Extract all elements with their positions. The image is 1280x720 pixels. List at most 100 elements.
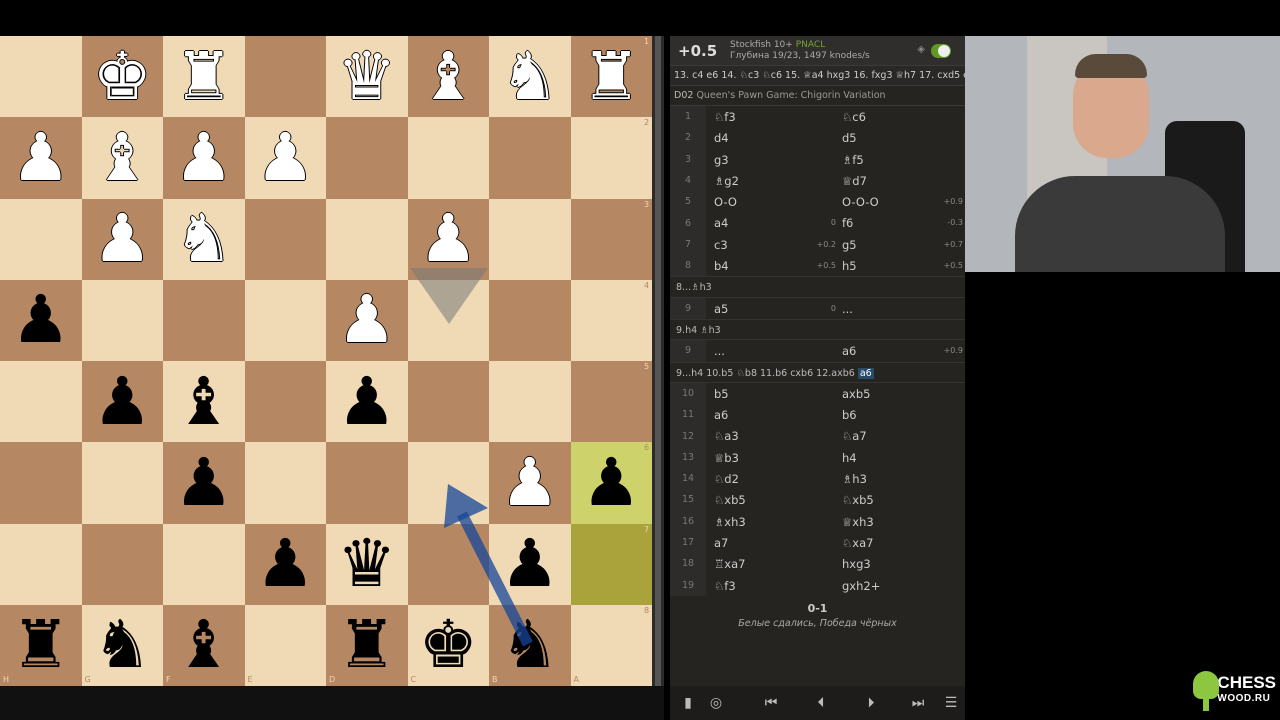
move-black[interactable]: hxg3 [842, 557, 871, 571]
move-black[interactable]: f6 [842, 216, 853, 230]
white-pawn[interactable]: ♟ [82, 199, 164, 280]
board-square[interactable] [81, 523, 163, 605]
move-white[interactable]: a5 [714, 302, 728, 316]
move-black[interactable]: gxh2+ [842, 579, 880, 593]
move-black[interactable]: O-O-O [842, 195, 879, 209]
move-black[interactable]: axb5 [842, 387, 870, 401]
move-black[interactable]: ♗h3 [842, 472, 867, 486]
next-move-icon[interactable]: ⏵ [846, 695, 896, 711]
white-pawn[interactable]: ♟ [326, 280, 408, 361]
move-black[interactable]: h4 [842, 451, 857, 465]
target-icon[interactable]: ◎ [702, 695, 730, 711]
white-pawn[interactable]: ♟ [408, 199, 490, 280]
black-bishop[interactable]: ♝ [163, 605, 245, 686]
board-square[interactable] [326, 117, 408, 199]
move-white[interactable]: c3 [714, 238, 728, 252]
black-pawn[interactable]: ♟ [571, 442, 653, 523]
board-square[interactable] [244, 36, 326, 118]
move-white[interactable]: d4 [714, 131, 729, 145]
black-pawn[interactable]: ♟ [82, 361, 164, 442]
first-move-icon[interactable]: ⏮ [746, 695, 796, 711]
black-knight[interactable]: ♞ [82, 605, 164, 686]
white-knight[interactable]: ♞ [489, 36, 571, 117]
chess-board[interactable]: H G F E D C B A 1 2 3 4 5 6 7 8 ♚ ♜ ♛ ♝ ♞ ♜ ♟ ♝ ♟ ♟ ♟ ♞ ♟ ♟ ♟ ♟ ♝ ♟ ♟ ♟ ♟ ♟ ♛ ♟… [0, 36, 652, 686]
move-white[interactable]: ♘d2 [714, 472, 739, 486]
board-square[interactable] [407, 117, 489, 199]
move-white[interactable]: a7 [714, 536, 728, 550]
move-black[interactable]: a6 [842, 344, 856, 358]
move-white[interactable]: ♘a3 [714, 429, 739, 443]
move-black[interactable]: ♕xh3 [842, 515, 874, 529]
black-pawn[interactable]: ♟ [163, 442, 245, 523]
white-pawn[interactable]: ♟ [245, 117, 327, 198]
move-black[interactable]: h5 [842, 259, 857, 273]
move-white[interactable]: O-O [714, 195, 737, 209]
move-black[interactable]: ♘xa7 [842, 536, 873, 550]
move-black[interactable]: b6 [842, 408, 857, 422]
board-square[interactable] [326, 442, 408, 524]
board-square[interactable] [0, 198, 82, 280]
black-pawn[interactable]: ♟ [0, 280, 82, 361]
board-square[interactable] [244, 198, 326, 280]
board-square[interactable] [163, 523, 245, 605]
board-square[interactable] [81, 279, 163, 361]
move-black[interactable]: ♘xb5 [842, 493, 874, 507]
board-square[interactable] [244, 442, 326, 524]
move-black[interactable]: ♗f5 [842, 153, 864, 167]
move-white[interactable]: ... [714, 344, 725, 358]
last-move-icon[interactable]: ⏭ [896, 695, 940, 711]
black-queen[interactable]: ♛ [326, 524, 408, 605]
variation-line-current[interactable]: 9...h4 10.b5 ♘b8 11.b6 cxb6 12.axb6 a6 [670, 361, 965, 383]
board-resize-handle[interactable] [652, 36, 664, 686]
board-square[interactable] [326, 198, 408, 280]
board-square[interactable] [489, 279, 571, 361]
white-pawn[interactable]: ♟ [163, 117, 245, 198]
move-white[interactable]: b4 [714, 259, 729, 273]
white-rook[interactable]: ♜ [571, 36, 653, 117]
white-bishop[interactable]: ♝ [82, 117, 164, 198]
board-square[interactable] [570, 523, 652, 605]
engine-pv-line[interactable]: 13. c4 e6 14. ♘c3 ♘c6 15. ♕a4 hxg3 16. f… [670, 66, 965, 86]
engine-settings-icon[interactable]: ◈ [917, 44, 925, 55]
move-white[interactable]: ♘xb5 [714, 493, 746, 507]
move-white[interactable]: a4 [714, 216, 728, 230]
move-black[interactable]: ♘c6 [842, 110, 866, 124]
black-pawn[interactable]: ♟ [489, 524, 571, 605]
board-square[interactable] [489, 361, 571, 443]
board-square[interactable] [0, 523, 82, 605]
board-square[interactable] [244, 604, 326, 686]
move-white[interactable]: ♕b3 [714, 451, 739, 465]
white-pawn[interactable]: ♟ [489, 442, 571, 523]
board-square[interactable] [570, 604, 652, 686]
board-square[interactable] [489, 117, 571, 199]
black-rook[interactable]: ♜ [326, 605, 408, 686]
variation-line[interactable]: 8...♗h3 [670, 276, 965, 298]
engine-toggle[interactable] [931, 44, 951, 58]
move-white[interactable]: ♘f3 [714, 579, 736, 593]
book-icon[interactable]: ▮ [674, 695, 702, 711]
move-white[interactable]: b5 [714, 387, 729, 401]
board-square[interactable] [0, 442, 82, 524]
move-black[interactable]: g5 [842, 238, 857, 252]
black-knight[interactable]: ♞ [489, 605, 571, 686]
black-pawn[interactable]: ♟ [245, 524, 327, 605]
move-black[interactable]: ♘a7 [842, 429, 867, 443]
move-white[interactable]: ♗xh3 [714, 515, 746, 529]
variation-line[interactable]: 9.h4 ♗h3 [670, 318, 965, 341]
white-bishop[interactable]: ♝ [408, 36, 490, 117]
white-queen[interactable]: ♛ [326, 36, 408, 117]
move-black[interactable]: ♕d7 [842, 174, 867, 188]
move-black[interactable]: ... [842, 302, 853, 316]
black-king[interactable]: ♚ [408, 605, 490, 686]
move-white[interactable]: ♗g2 [714, 174, 739, 188]
board-square[interactable] [81, 442, 163, 524]
board-square[interactable] [407, 523, 489, 605]
board-square[interactable] [0, 36, 82, 118]
move-white[interactable]: a6 [714, 408, 728, 422]
move-white[interactable]: g3 [714, 153, 729, 167]
black-rook[interactable]: ♜ [0, 605, 82, 686]
board-square[interactable] [244, 361, 326, 443]
board-square[interactable] [407, 442, 489, 524]
current-move[interactable]: a6 [857, 367, 874, 379]
board-square[interactable] [570, 279, 652, 361]
